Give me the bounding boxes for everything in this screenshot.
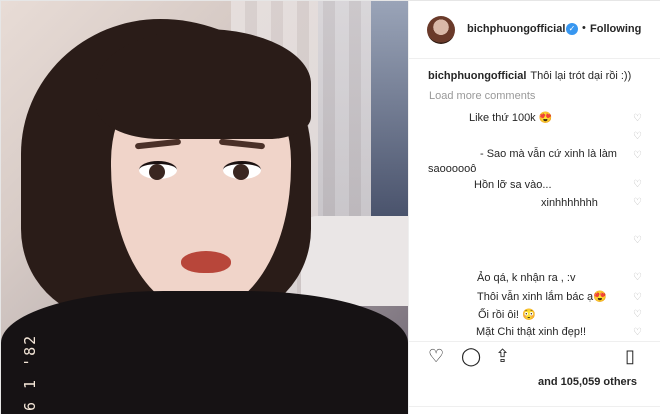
comment-text: Mặt Chi thật xinh đẹp!! xyxy=(476,326,587,338)
shirt xyxy=(1,291,408,414)
username-link[interactable]: bichphuongofficial xyxy=(467,23,565,35)
bangs xyxy=(96,29,311,139)
share-icon[interactable]: ⇪ xyxy=(495,347,510,365)
date-stamp: 6 1 '82 xyxy=(21,333,39,411)
heart-icon[interactable]: ♡ xyxy=(428,347,444,365)
likes-count[interactable]: and 105,059 others xyxy=(538,376,637,388)
instagram-post: 6 1 '82 bichphuongofficial ✓ • Following… xyxy=(0,0,660,414)
sofa-background xyxy=(301,216,408,306)
heart-icon[interactable]: ♡ xyxy=(633,132,643,142)
comment-icon[interactable]: ◯ xyxy=(461,347,481,365)
caption-text: Thôi lại trót dại rồi :)) xyxy=(530,70,632,82)
post-photo[interactable]: 6 1 '82 xyxy=(1,1,408,414)
heart-icon[interactable]: ♡ xyxy=(633,328,643,338)
comment-text: - Sao mà vẫn cứ xinh là làm xyxy=(480,148,617,160)
lips xyxy=(181,251,231,273)
heart-icon[interactable]: ♡ xyxy=(633,293,643,303)
comment-text: Ảo qá, k nhận ra , :v xyxy=(477,272,576,284)
heart-icon[interactable]: ♡ xyxy=(633,310,643,320)
post-sidebar: bichphuongofficial ✓ • Following bichphu… xyxy=(408,1,660,414)
comments-list: bichphuongofficial Thôi lại trót dại rồi … xyxy=(409,59,660,341)
heart-icon[interactable]: ♡ xyxy=(633,114,643,124)
comment-text: Ối rồi ôi! 😳 xyxy=(478,309,536,321)
comment-text: Thôi vẫn xinh lắm bác ạ😍 xyxy=(477,291,607,303)
load-more-comments-link[interactable]: Load more comments xyxy=(429,90,535,102)
comment-text: Hồn lỡ sa vào... xyxy=(474,179,552,191)
caption: bichphuongofficial Thôi lại trót dại rồi … xyxy=(428,70,631,82)
post-header: bichphuongofficial ✓ • Following xyxy=(409,1,660,59)
add-comment-bar xyxy=(409,406,660,414)
heart-icon[interactable]: ♡ xyxy=(633,236,643,246)
heart-icon[interactable]: ♡ xyxy=(633,151,643,161)
bookmark-icon[interactable]: ▯ xyxy=(625,347,635,365)
heart-icon[interactable]: ♡ xyxy=(633,198,643,208)
caption-username[interactable]: bichphuongofficial xyxy=(428,70,526,82)
verified-icon: ✓ xyxy=(566,23,578,35)
action-bar: ♡ ◯ ⇪ ▯ xyxy=(409,341,660,377)
separator-dot: • xyxy=(582,22,586,34)
comment-text: Like thứ 100k 😍 xyxy=(469,112,553,124)
heart-icon[interactable]: ♡ xyxy=(633,180,643,190)
comment-text: xinhhhhhhh xyxy=(541,197,598,209)
avatar[interactable] xyxy=(427,16,455,44)
right-eye xyxy=(223,161,261,180)
following-button[interactable]: Following xyxy=(590,23,641,35)
left-eye xyxy=(139,161,177,180)
heart-icon[interactable]: ♡ xyxy=(633,273,643,283)
comment-text: saoooooô xyxy=(428,163,477,175)
